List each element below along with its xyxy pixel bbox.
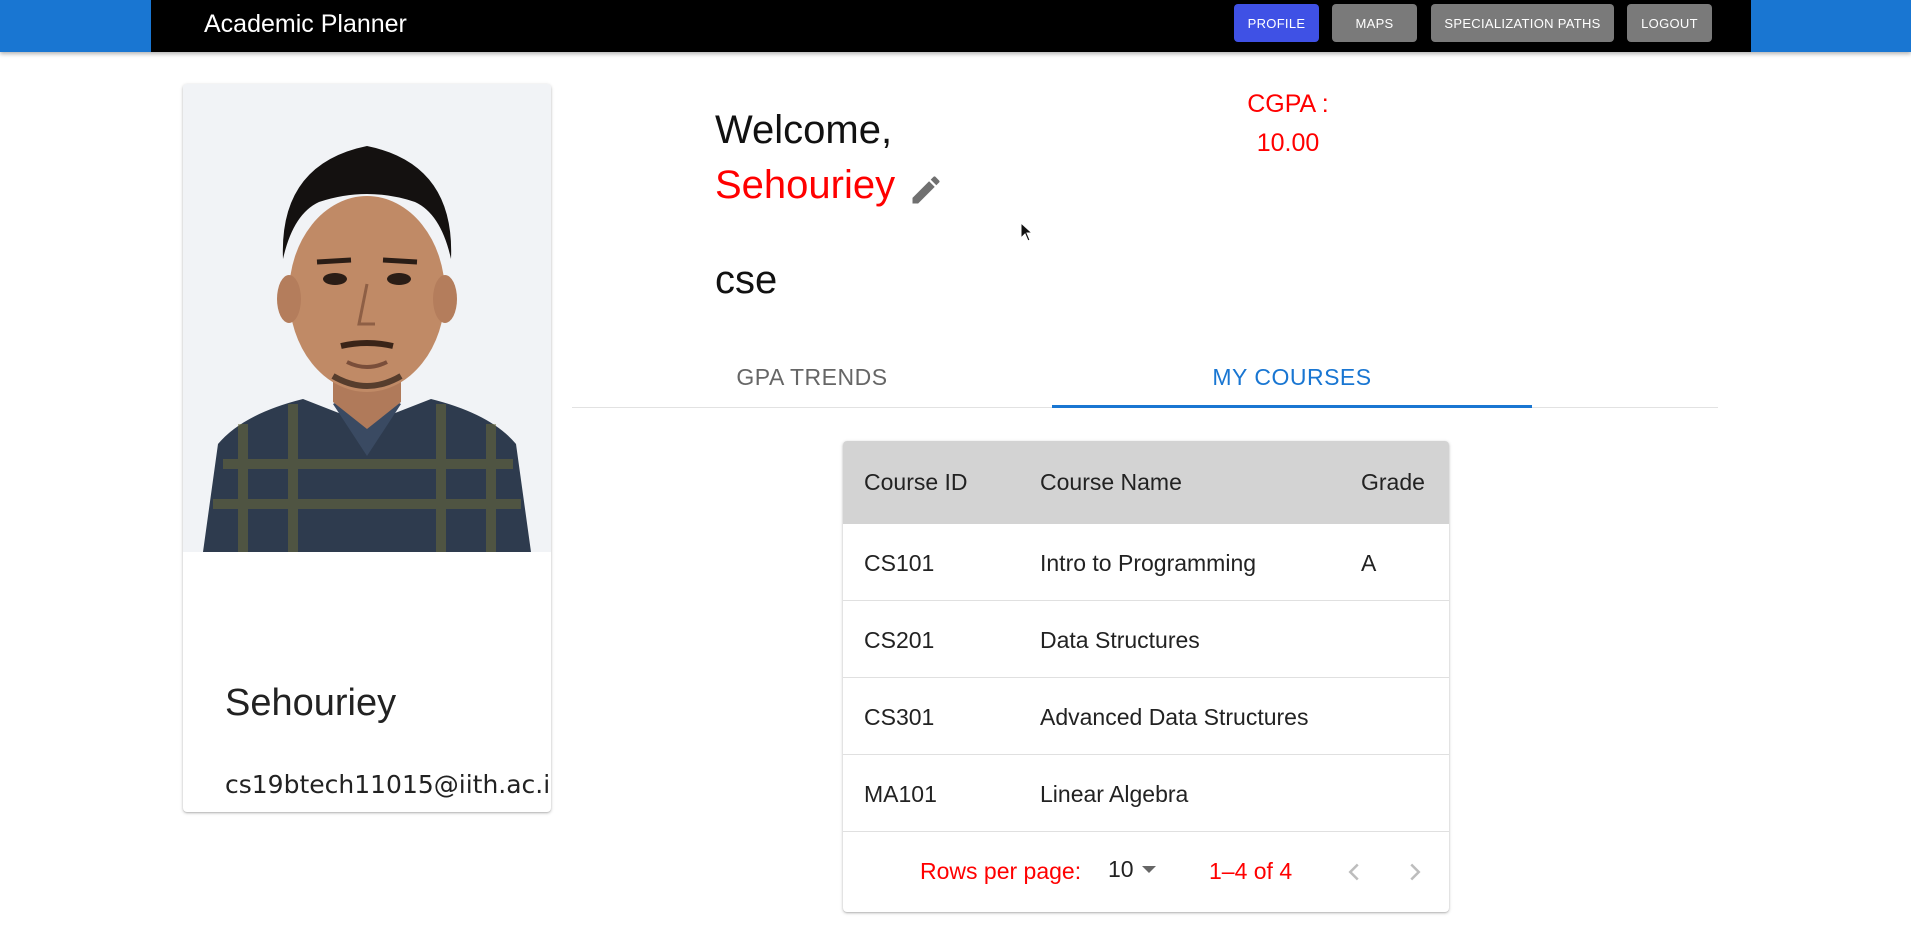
tab-bar: GPA TRENDS MY COURSES bbox=[572, 346, 1718, 408]
cgpa-label: CGPA : bbox=[1247, 90, 1329, 118]
table-row[interactable]: MA101 Linear Algebra bbox=[843, 755, 1449, 832]
pagination-range: 1–4 of 4 bbox=[1209, 858, 1293, 884]
profile-nav-button[interactable]: PROFILE bbox=[1234, 4, 1319, 42]
grade-cell: A bbox=[1361, 550, 1377, 576]
table-row[interactable]: CS301 Advanced Data Structures bbox=[843, 678, 1449, 755]
maps-nav-button[interactable]: MAPS bbox=[1332, 4, 1417, 42]
app-title: Academic Planner bbox=[204, 10, 407, 38]
rows-per-page-value: 10 bbox=[1108, 856, 1134, 882]
course-id-cell: CS101 bbox=[864, 550, 935, 576]
column-header-course-id[interactable]: Course ID bbox=[864, 469, 968, 496]
course-id-cell: CS301 bbox=[864, 704, 935, 730]
next-page-icon[interactable] bbox=[1400, 857, 1430, 887]
rows-per-page-select[interactable]: 10 bbox=[1108, 856, 1156, 883]
course-name-cell: Intro to Programming bbox=[1040, 550, 1257, 576]
course-name-cell: Linear Algebra bbox=[1040, 781, 1189, 807]
table-header: Course ID Course Name Grade bbox=[843, 441, 1449, 524]
course-name-cell: Advanced Data Structures bbox=[1040, 704, 1309, 730]
column-header-grade[interactable]: Grade bbox=[1361, 469, 1425, 496]
tab-gpa-trends[interactable]: GPA TRENDS bbox=[572, 346, 1052, 408]
profile-email: cs19btech11015@iith.ac.in bbox=[225, 770, 551, 799]
course-id-cell: MA101 bbox=[864, 781, 937, 807]
logout-nav-button[interactable]: LOGOUT bbox=[1627, 4, 1712, 42]
profile-name: Sehouriey bbox=[225, 682, 397, 724]
app-bar: Academic Planner PROFILE MAPS SPECIALIZA… bbox=[151, 0, 1751, 52]
edit-icon[interactable] bbox=[908, 172, 944, 208]
course-name-cell: Data Structures bbox=[1040, 627, 1200, 653]
courses-table: Course ID Course Name Grade CS101 Intro … bbox=[843, 441, 1449, 912]
profile-photo bbox=[183, 84, 551, 552]
table-row[interactable]: CS101 Intro to Programming A bbox=[843, 524, 1449, 601]
mouse-cursor-icon bbox=[1020, 222, 1034, 242]
specialization-paths-nav-button[interactable]: SPECIALIZATION PATHS bbox=[1431, 4, 1614, 42]
welcome-greeting: Welcome, bbox=[715, 108, 893, 152]
cgpa-value: 10.00 bbox=[1256, 129, 1320, 157]
column-header-course-name[interactable]: Course Name bbox=[1040, 469, 1182, 496]
profile-photo-illustration bbox=[183, 84, 551, 552]
active-tab-indicator bbox=[1052, 405, 1532, 408]
welcome-user-name: Sehouriey bbox=[715, 163, 896, 207]
table-row[interactable]: CS201 Data Structures bbox=[843, 601, 1449, 678]
dropdown-caret-icon bbox=[1141, 866, 1156, 873]
rows-per-page-label: Rows per page: bbox=[920, 858, 1082, 884]
profile-card: Sehouriey cs19btech11015@iith.ac.in bbox=[183, 84, 551, 812]
tab-my-courses[interactable]: MY COURSES bbox=[1052, 346, 1532, 408]
previous-page-icon[interactable] bbox=[1339, 857, 1369, 887]
course-id-cell: CS201 bbox=[864, 627, 935, 653]
department-label: cse bbox=[715, 258, 778, 302]
